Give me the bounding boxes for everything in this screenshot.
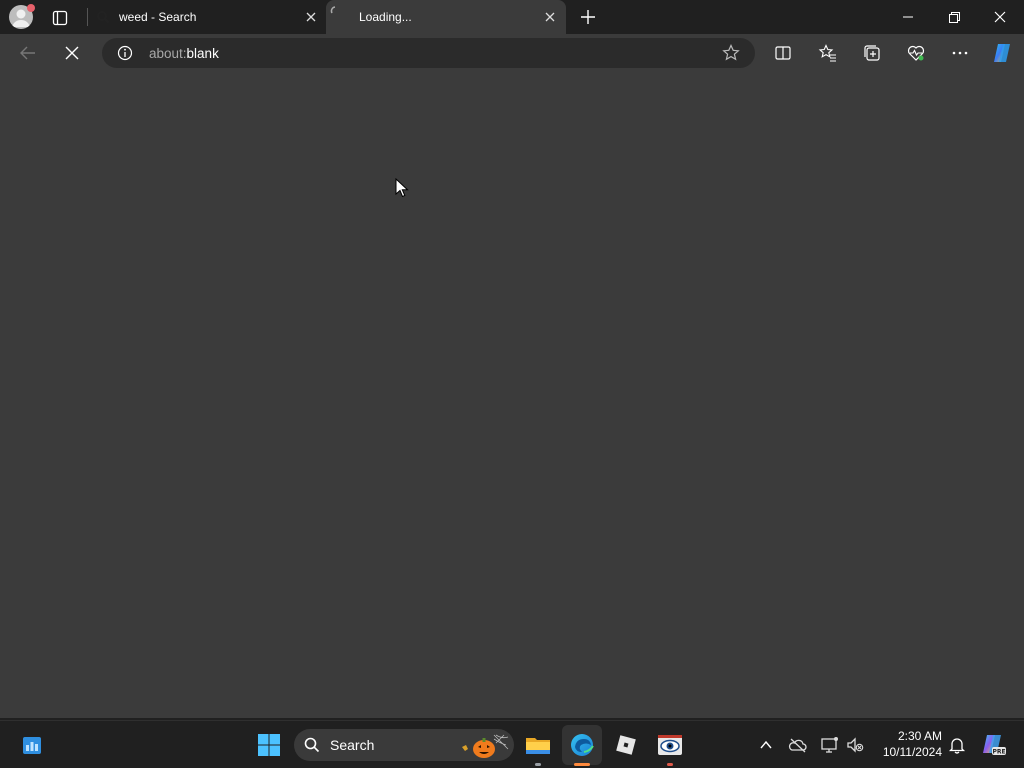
edge-button[interactable] — [562, 725, 602, 765]
close-icon — [994, 11, 1006, 23]
roblox-button[interactable] — [610, 729, 642, 761]
tab-separator — [87, 8, 88, 26]
favorite-star-button[interactable] — [721, 43, 741, 63]
stop-loading-button[interactable] — [62, 43, 82, 63]
eye-app-button[interactable] — [654, 729, 686, 761]
favorites-icon — [818, 44, 836, 62]
windows-logo-icon — [258, 734, 280, 756]
browser-essentials-button[interactable] — [906, 43, 926, 63]
network-button[interactable] — [820, 735, 840, 755]
title-bar: weed - Search Loading... — [0, 0, 1024, 34]
chevron-up-icon — [760, 740, 772, 749]
collections-icon — [864, 45, 880, 61]
search-label: Search — [330, 737, 375, 753]
restore-button[interactable] — [944, 7, 964, 27]
tab-actions-button[interactable] — [50, 8, 70, 28]
minimize-button[interactable] — [898, 7, 918, 27]
close-tab-icon[interactable] — [544, 11, 556, 23]
search-favicon-icon — [96, 10, 110, 24]
loading-spinner-icon — [330, 6, 340, 16]
monitor-network-icon — [821, 737, 838, 753]
volume-button[interactable] — [845, 735, 865, 755]
url-scheme: about: — [149, 46, 187, 61]
eye-app-icon — [658, 735, 682, 755]
split-screen-icon — [775, 46, 791, 60]
back-arrow-icon — [20, 46, 35, 60]
running-indicator — [535, 763, 541, 766]
settings-more-button[interactable] — [950, 43, 970, 63]
tab-weed-search[interactable]: weed - Search — [86, 0, 324, 34]
address-bar[interactable]: about:blank — [102, 38, 755, 68]
back-button[interactable] — [18, 43, 38, 63]
clock-date: 10/11/2024 — [882, 745, 942, 759]
bell-icon — [948, 738, 966, 754]
svg-text:PRE: PRE — [992, 749, 1005, 756]
copilot-pre-icon: PRE — [983, 735, 1006, 756]
copilot-taskbar-button[interactable]: PRE — [979, 731, 1007, 759]
stop-icon — [65, 46, 79, 60]
star-outline-icon — [722, 44, 740, 61]
favorites-button[interactable] — [818, 43, 838, 63]
heart-pulse-icon — [907, 45, 925, 61]
edge-icon — [571, 734, 594, 756]
halloween-pumpkin-icon — [460, 733, 510, 759]
cloud-offline-icon — [788, 738, 807, 753]
close-window-button[interactable] — [990, 7, 1010, 27]
file-explorer-button[interactable] — [522, 729, 554, 761]
tab-title: Loading... — [359, 10, 412, 24]
notification-dot — [27, 4, 35, 12]
mouse-cursor-icon — [395, 178, 409, 198]
tab-title: weed - Search — [119, 10, 197, 24]
page-content[interactable] — [0, 72, 1024, 718]
running-indicator — [667, 763, 673, 766]
restore-icon — [949, 12, 960, 23]
volume-muted-icon — [847, 737, 864, 753]
copilot-button[interactable] — [990, 41, 1014, 65]
tab-loading[interactable]: Loading... — [326, 0, 566, 34]
taskbar-search-box[interactable]: Search — [294, 729, 514, 761]
taskbar: Search 2:30 AM 10/11/2024 PRE — [0, 720, 1024, 768]
split-screen-button[interactable] — [773, 43, 793, 63]
clock[interactable]: 2:30 AM 10/11/2024 — [870, 729, 942, 759]
vertical-tabs-icon — [52, 10, 68, 26]
roblox-icon — [616, 735, 636, 755]
close-tab-icon[interactable] — [305, 11, 317, 23]
search-icon — [304, 737, 320, 753]
url-path: blank — [186, 46, 219, 61]
active-indicator — [574, 763, 590, 766]
copilot-icon — [994, 44, 1010, 62]
collections-button[interactable] — [862, 43, 882, 63]
clock-time: 2:30 AM — [897, 729, 942, 743]
notifications-button[interactable] — [947, 735, 967, 755]
widgets-button[interactable] — [20, 733, 44, 757]
more-dots-icon — [952, 51, 968, 55]
new-tab-button[interactable] — [578, 7, 598, 27]
folder-icon — [526, 738, 550, 754]
minimize-icon — [903, 16, 913, 18]
start-button[interactable] — [257, 733, 281, 757]
url-text[interactable]: about:blank — [149, 46, 219, 61]
navigation-toolbar: about:blank — [0, 34, 1024, 72]
onedrive-button[interactable] — [788, 735, 808, 755]
show-hidden-icons-button[interactable] — [758, 737, 774, 753]
site-info-icon[interactable] — [117, 45, 133, 61]
widgets-icon — [23, 737, 41, 754]
plus-icon — [581, 10, 595, 24]
